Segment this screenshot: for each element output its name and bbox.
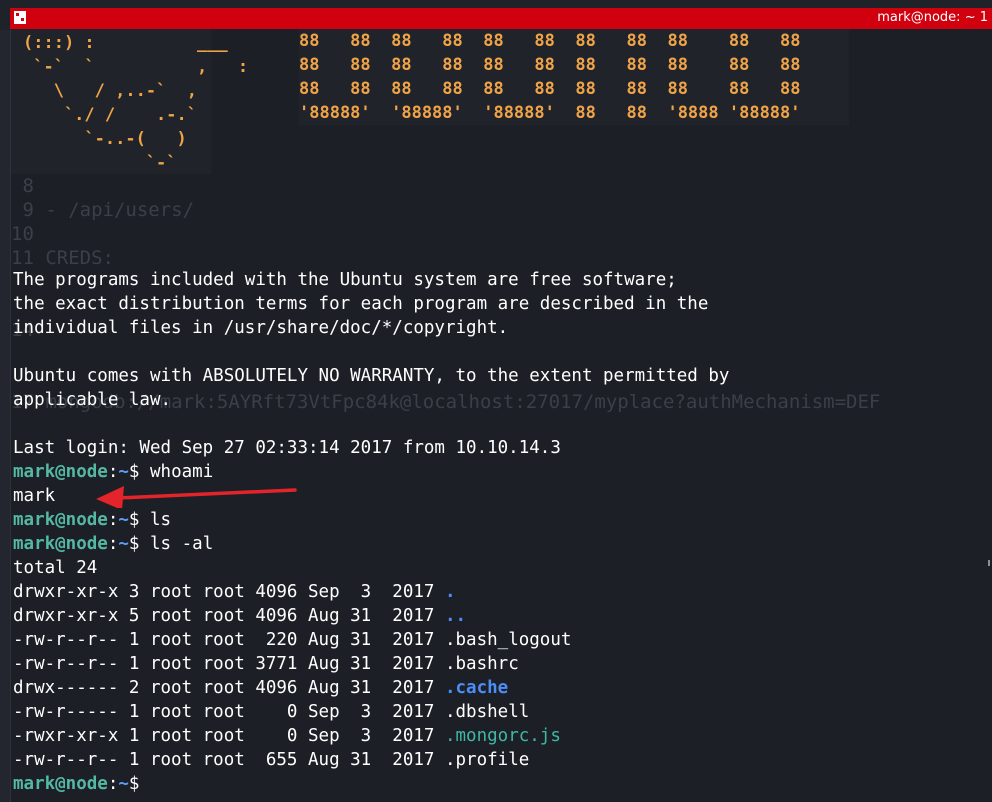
red-arrow-icon <box>96 486 297 508</box>
prompt-symbol: $ <box>128 510 140 530</box>
prompt-separator: : <box>107 534 119 554</box>
command-output: total 24 <box>13 558 98 578</box>
file-name: .bashrc <box>444 654 519 674</box>
file-name: .cache <box>444 678 509 698</box>
banner-node-text: 88 88 88 88 88 88 88 88 88 88 88 88 88 8… <box>299 31 801 123</box>
motd-line: Ubuntu comes with ABSOLUTELY NO WARRANTY… <box>13 364 729 388</box>
prompt-path: ~ <box>118 534 129 554</box>
file-name: .. <box>444 606 467 626</box>
file-meta: drwxr-xr-x 3 root root 4096 Sep 3 2017 <box>13 582 445 602</box>
motd-text: the exact distribution terms for each pr… <box>13 294 709 314</box>
output-line: total 24 <box>13 556 729 580</box>
listing-row: -rw-r--r-- 1 root root 220 Aug 31 2017 .… <box>13 628 729 652</box>
window-title: mark@node: ~ 1 <box>877 10 988 25</box>
prompt-line: mark@node:~$ ls -al <box>13 532 729 556</box>
banner-ascii-art: (:::) : ___ `-` ` , : \ / ,..-` , `./ / … <box>23 33 249 173</box>
file-meta: -rw-r--r-- 1 root root 3771 Aug 31 2017 <box>13 654 445 674</box>
prompt-user: mark@node <box>13 534 108 554</box>
command-text <box>139 510 150 530</box>
listing-row: drwx------ 2 root root 4096 Aug 31 2017 … <box>13 676 729 700</box>
prompt-line: mark@node:~$ <box>13 772 729 796</box>
motd-line <box>13 340 729 364</box>
motd-line: the exact distribution terms for each pr… <box>13 292 729 316</box>
prompt-symbol: $ <box>128 534 140 554</box>
prompt-user: mark@node <box>13 510 108 530</box>
ghost-line: 8 <box>11 175 34 197</box>
prompt-user: mark@node <box>13 774 108 794</box>
file-meta: -rwxr-xr-x 1 root root 0 Sep 3 2017 <box>13 726 445 746</box>
command-output: mark <box>13 486 56 506</box>
prompt-symbol: $ <box>128 774 140 794</box>
command-text: ls <box>150 510 172 530</box>
listing-row: drwxr-xr-x 5 root root 4096 Aug 31 2017 … <box>13 604 729 628</box>
motd-line: Last login: Wed Sep 27 02:33:14 2017 fro… <box>13 436 729 460</box>
command-text: ls -al <box>150 534 214 554</box>
file-meta: drwx------ 2 root root 4096 Aug 31 2017 <box>13 678 445 698</box>
file-meta: drwxr-xr-x 5 root root 4096 Aug 31 2017 <box>13 606 445 626</box>
prompt-separator: : <box>107 774 119 794</box>
terminal-window[interactable]: ob take 8 9 - /api/users/1011 CREDS:1417… <box>11 29 992 802</box>
listing-row: -rw-r--r-- 1 root root 655 Aug 31 2017 .… <box>13 748 729 772</box>
terminal-titlebar[interactable]: mark@node: ~ 1 <box>10 8 992 29</box>
motd-line <box>13 412 729 436</box>
motd-line: The programs included with the Ubuntu sy… <box>13 268 729 292</box>
motd-text: Ubuntu comes with ABSOLUTELY NO WARRANTY… <box>13 366 730 386</box>
motd-text: applicable law. <box>13 390 172 410</box>
motd-line: individual files in /usr/share/doc/*/cop… <box>13 316 729 340</box>
motd-line: applicable law. <box>13 388 729 412</box>
window-titlebar: mark@node: ~ 1 <box>0 0 992 30</box>
listing-row: -rwxr-xr-x 1 root root 0 Sep 3 2017 .mon… <box>13 724 729 748</box>
prompt-path: ~ <box>118 510 129 530</box>
file-name: .mongorc.js <box>444 726 561 746</box>
motd-text: Last login: Wed Sep 27 02:33:14 2017 fro… <box>13 438 561 458</box>
listing-row: drwxr-xr-x 3 root root 4096 Sep 3 2017 . <box>13 580 729 604</box>
prompt-separator: : <box>107 510 119 530</box>
ghost-line: 10 <box>11 223 34 245</box>
file-meta: -rw-r--r-- 1 root root 655 Aug 31 2017 <box>13 750 445 770</box>
motd-text: The programs included with the Ubuntu sy… <box>13 270 677 290</box>
motd-text: individual files in /usr/share/doc/*/cop… <box>13 318 509 338</box>
ghost-line: 9 - /api/users/ <box>11 199 195 221</box>
prompt-line: mark@node:~$ ls <box>13 508 729 532</box>
command-text <box>139 534 150 554</box>
terminal-output: The programs included with the Ubuntu sy… <box>13 268 729 796</box>
file-meta: -rw-r--r-- 1 root root 220 Aug 31 2017 <box>13 630 445 650</box>
terminal-app-icon[interactable] <box>14 11 26 24</box>
prompt-path: ~ <box>118 774 129 794</box>
ghost-line: 11 CREDS: <box>11 247 114 269</box>
listing-row: -rw-r----- 1 root root 0 Sep 3 2017 .dbs… <box>13 700 729 724</box>
listing-row: -rw-r--r-- 1 root root 3771 Aug 31 2017 … <box>13 652 729 676</box>
editor-gutter-strip <box>0 0 11 802</box>
file-name: .profile <box>444 750 530 770</box>
scrollbar-marker <box>988 560 990 566</box>
file-name: .dbshell <box>444 702 530 722</box>
file-name: . <box>444 582 456 602</box>
file-meta: -rw-r----- 1 root root 0 Sep 3 2017 <box>13 702 445 722</box>
file-name: .bash_logout <box>444 630 572 650</box>
